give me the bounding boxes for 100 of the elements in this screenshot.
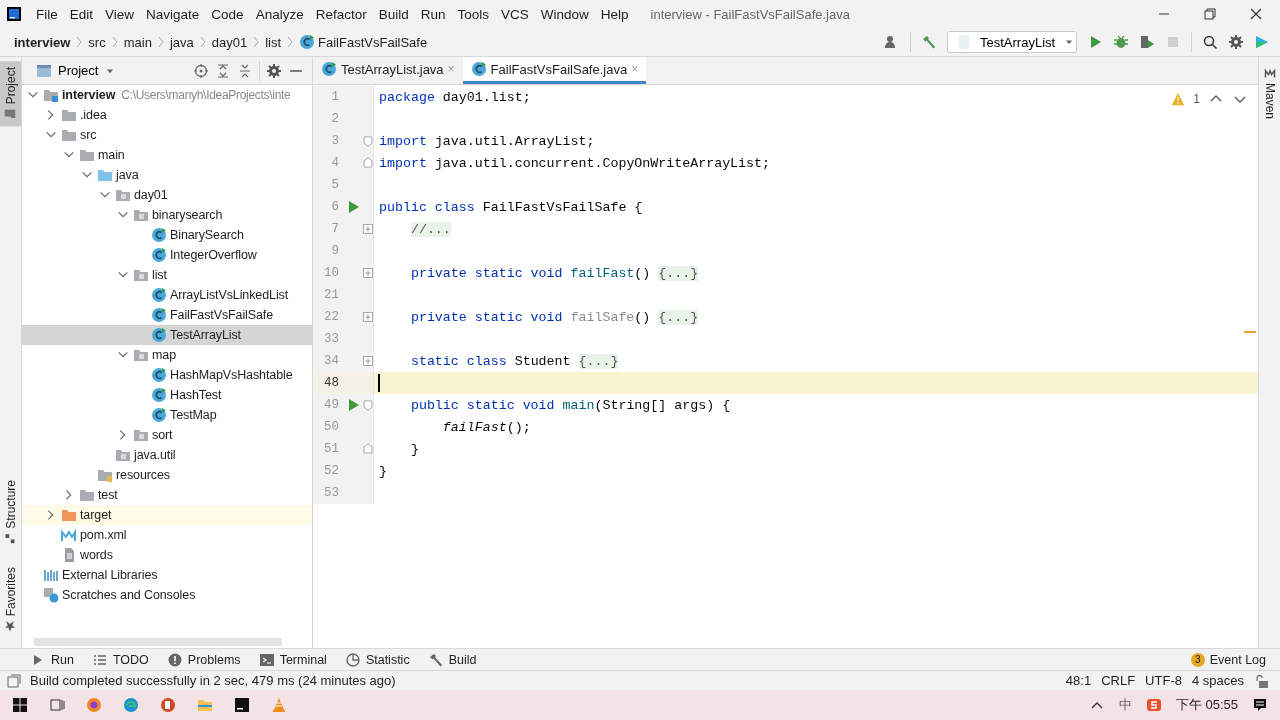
tree-item[interactable]: src <box>22 125 312 145</box>
tree-item[interactable]: sort <box>22 425 312 445</box>
menu-item[interactable]: Navigate <box>140 6 206 22</box>
ide-app-icon[interactable] <box>234 697 250 713</box>
tool-window-tab[interactable]: Statistic <box>344 651 410 668</box>
windows-start-icon[interactable] <box>12 697 28 713</box>
breadcrumb[interactable]: src <box>86 34 108 50</box>
tool-window-tab[interactable]: Build <box>427 651 477 668</box>
status-item[interactable]: 48:1 <box>1065 673 1092 688</box>
lock-icon[interactable] <box>1254 672 1270 689</box>
window-title: interview - FailFastVsFailSafe.java <box>650 6 851 22</box>
menu-item[interactable]: Window <box>534 6 595 22</box>
code-text: } <box>409 441 419 457</box>
tree-item[interactable]: binarysearch <box>22 205 312 225</box>
menu-item[interactable]: Help <box>594 6 635 22</box>
app-logo-icon <box>6 6 22 22</box>
breadcrumb[interactable]: interview <box>12 34 73 50</box>
tree-item[interactable]: map <box>22 345 312 365</box>
package-icon <box>133 347 149 363</box>
input-method-indicator[interactable]: 中 <box>1118 696 1132 714</box>
breadcrumb[interactable]: java <box>167 34 196 50</box>
restore-icon[interactable] <box>1202 6 1218 22</box>
close-icon[interactable] <box>1248 6 1264 22</box>
tree-item[interactable]: day01 <box>22 185 312 205</box>
tree-item[interactable]: words <box>22 545 312 565</box>
tree-item[interactable]: .idea <box>22 105 312 125</box>
status-item[interactable]: CRLF <box>1101 673 1136 688</box>
breadcrumb-separator-icon <box>110 34 119 50</box>
menu-item[interactable]: Refactor <box>309 6 373 22</box>
coverage-icon[interactable] <box>1139 34 1155 50</box>
browser-icon[interactable] <box>86 697 102 713</box>
menu-item[interactable]: Tools <box>451 6 495 22</box>
editor-tab[interactable]: TestArrayList.java × <box>313 57 463 84</box>
search-icon[interactable] <box>1202 34 1218 50</box>
menu-item[interactable]: Edit <box>63 6 100 22</box>
tree-item[interactable]: FailFastVsFailSafe <box>22 305 312 325</box>
folder-icon[interactable] <box>197 697 213 713</box>
module-icon <box>43 87 59 103</box>
line-number: 48 <box>323 376 339 390</box>
event-log-tab[interactable]: 3 Event Log <box>1190 652 1266 667</box>
breadcrumb[interactable]: FailFastVsFailSafe <box>297 34 430 50</box>
tool-window-tab[interactable]: Problems <box>166 651 241 668</box>
menu-item[interactable]: View <box>99 6 141 22</box>
editor-tab[interactable]: FailFastVsFailSafe.java × <box>462 57 647 84</box>
bug-icon[interactable] <box>1113 34 1129 50</box>
collapse-all-icon[interactable] <box>237 62 253 79</box>
code-text: import java.util.concurrent.CopyOnWriteArrayList; <box>379 155 770 171</box>
menu-item[interactable]: File <box>30 6 64 22</box>
tree-item[interactable]: resources <box>22 465 312 485</box>
tool-window-tab[interactable]: Structure <box>0 473 21 551</box>
structure-icon <box>4 532 17 545</box>
status-item[interactable]: UTF-8 <box>1145 673 1182 688</box>
tree-item[interactable]: main <box>22 145 312 165</box>
notification-icon[interactable] <box>1252 697 1268 713</box>
tree-item[interactable]: TestMap <box>22 405 312 425</box>
tool-window-tab[interactable]: Maven <box>1259 61 1280 126</box>
tree-item[interactable]: java.util <box>22 445 312 465</box>
class-icon <box>151 367 167 383</box>
menu-item[interactable]: Code <box>205 6 250 22</box>
tree-item[interactable]: IntegerOverflow <box>22 245 312 265</box>
tool-window-tab[interactable]: Terminal <box>258 651 327 668</box>
tool-window-tab[interactable]: TODO <box>91 651 149 668</box>
settings-icon[interactable] <box>266 62 282 79</box>
tree-item[interactable]: Scratches and Consoles <box>22 585 312 605</box>
tree-item[interactable]: pom.xml <box>22 525 312 545</box>
tree-item[interactable]: External Libraries <box>22 565 312 585</box>
tree-item[interactable]: HashMapVsHashtable <box>22 365 312 385</box>
menu-item[interactable]: VCS <box>495 6 535 22</box>
expand-icon <box>363 311 373 323</box>
tree-item[interactable]: HashTest <box>22 385 312 405</box>
tree-item[interactable]: ArrayListVsLinkedList <box>22 285 312 305</box>
tree-item[interactable]: list <box>22 265 312 285</box>
breadcrumb[interactable]: day01 <box>209 34 250 50</box>
hammer-icon[interactable] <box>921 34 937 50</box>
tree-item[interactable]: target <box>22 505 312 525</box>
input-method-logo-icon[interactable] <box>1145 697 1162 713</box>
tool-window-tab[interactable]: Project <box>0 61 21 127</box>
tool-window-tab[interactable]: Run <box>30 651 74 668</box>
tree-item[interactable]: java <box>22 165 312 185</box>
clock[interactable]: 下午 05:55 <box>1175 696 1238 714</box>
tree-item[interactable]: BinarySearch <box>22 225 312 245</box>
status-item[interactable]: 4 spaces <box>1191 673 1244 688</box>
tree-item[interactable]: TestArrayList <box>22 325 312 345</box>
package-icon <box>133 267 149 283</box>
presentation-app-icon[interactable] <box>160 697 176 713</box>
tool-window-tab[interactable]: Favorites <box>0 560 21 638</box>
breadcrumb[interactable]: main <box>121 34 154 50</box>
expand-icon <box>363 267 373 279</box>
menu-item[interactable]: Analyze <box>249 6 310 22</box>
tree-item[interactable]: test <box>22 485 312 505</box>
browser-icon[interactable] <box>123 697 139 713</box>
breadcrumb[interactable]: list <box>263 34 284 50</box>
menu-item[interactable]: Run <box>414 6 452 22</box>
locate-icon[interactable] <box>193 62 209 79</box>
run-configuration-dropdown[interactable]: TestArrayList <box>947 31 1077 53</box>
expand-all-icon[interactable] <box>215 62 231 79</box>
settings-icon[interactable] <box>1228 34 1244 50</box>
menu-item[interactable]: Build <box>372 6 415 22</box>
task-view-icon[interactable] <box>49 697 65 713</box>
tree-item[interactable]: interview C:\Users\manyh\IdeaProjects\inte <box>22 85 312 105</box>
